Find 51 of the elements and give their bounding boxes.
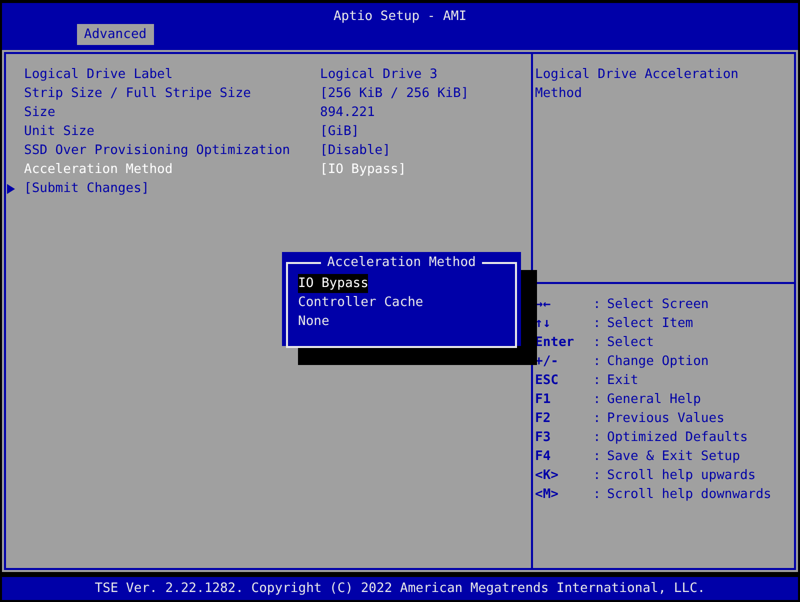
key-separator: : xyxy=(593,334,602,352)
key-label: F3 xyxy=(535,429,552,447)
key-action: Select Screen xyxy=(607,296,709,314)
key-action: Exit xyxy=(607,372,638,390)
popup-option[interactable]: None xyxy=(298,312,330,331)
key-separator: : xyxy=(593,372,602,390)
setting-label[interactable]: Acceleration Method xyxy=(24,160,320,179)
tab[interactable]: Advanced xyxy=(77,24,154,45)
key-label: <M> xyxy=(535,486,560,504)
key-action: Change Option xyxy=(607,353,709,371)
key-action: Select Item xyxy=(607,315,694,333)
key-action: Optimized Defaults xyxy=(607,429,748,447)
key-action: Select xyxy=(607,334,654,352)
popup-option[interactable]: IO Bypass xyxy=(298,274,368,293)
key-label: ESC xyxy=(535,372,560,390)
setting-value: Logical Drive 3 xyxy=(320,66,438,84)
key-separator: : xyxy=(593,296,602,314)
setting-value: 894.221 xyxy=(320,104,375,122)
window-title: Aptio Setup - AMI xyxy=(332,8,468,26)
submenu-link[interactable]: [Submit Changes] xyxy=(24,179,150,198)
setting-label[interactable]: Logical Drive Label xyxy=(24,65,320,84)
setting-value: [Disable] xyxy=(320,142,390,160)
key-separator: : xyxy=(593,486,602,504)
key-separator: : xyxy=(593,391,602,409)
key-separator: : xyxy=(593,353,602,371)
key-label: F4 xyxy=(535,448,552,466)
key-action: Previous Values xyxy=(607,410,724,428)
key-action: Scroll help downwards xyxy=(607,486,772,504)
setting-value: [GiB] xyxy=(320,123,360,141)
setting-label[interactable]: Strip Size / Full Stripe Size xyxy=(24,84,320,103)
key-separator: : xyxy=(593,315,602,333)
submenu-arrow-icon xyxy=(7,184,15,194)
key-separator: : xyxy=(593,467,602,485)
key-separator: : xyxy=(593,448,602,466)
setting-label[interactable]: SSD Over Provisioning Optimization xyxy=(24,141,320,160)
help-text: Logical Drive Acceleration Method xyxy=(535,66,740,103)
key-separator: : xyxy=(593,429,602,447)
status-bar: TSE Ver. 2.22.1282. Copyright (C) 2022 American Megatrends International, LLC. xyxy=(2,577,798,600)
key-action: Save & Exit Setup xyxy=(607,448,740,466)
key-label: F2 xyxy=(535,410,552,428)
setting-label[interactable]: Size xyxy=(24,103,320,122)
setting-value: [IO Bypass] xyxy=(320,161,406,179)
key-label: F1 xyxy=(535,391,552,409)
key-label: ↑↓ xyxy=(535,315,552,333)
key-label: <K> xyxy=(535,467,560,485)
setting-value: [256 KiB / 256 KiB] xyxy=(320,85,469,103)
key-separator: : xyxy=(593,410,602,428)
setting-label[interactable]: Unit Size xyxy=(24,122,320,141)
popup-option[interactable]: Controller Cache xyxy=(298,293,424,312)
key-action: General Help xyxy=(607,391,701,409)
key-action: Scroll help upwards xyxy=(607,467,756,485)
